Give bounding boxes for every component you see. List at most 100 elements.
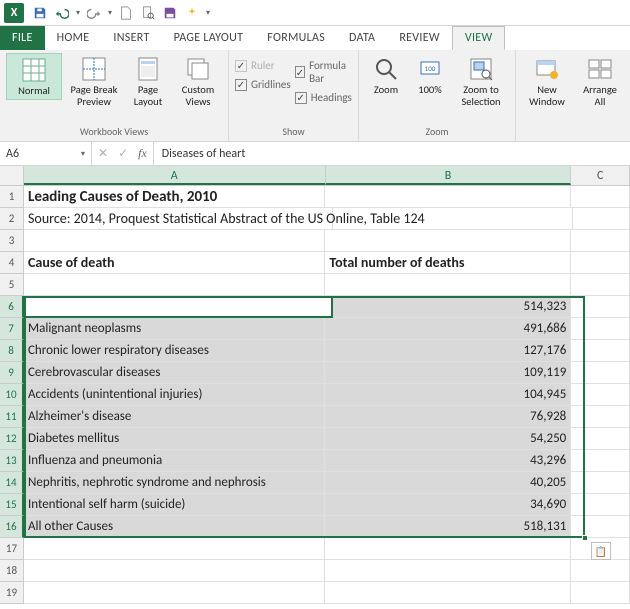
cell[interactable]: 40,205 [325, 472, 571, 494]
chevron-down-icon[interactable]: ▾ [81, 149, 85, 159]
row-header-10[interactable]: 10 [0, 384, 24, 406]
cell[interactable] [571, 384, 630, 406]
cell[interactable] [571, 428, 630, 450]
cell[interactable] [325, 538, 571, 560]
cell[interactable]: Total number of deaths [325, 252, 571, 274]
row-header-16[interactable]: 16 [0, 516, 24, 538]
cell[interactable]: 109,119 [325, 362, 571, 384]
cell[interactable]: Influenza and pneumonia [24, 450, 325, 472]
cell[interactable]: Source: 2014, Proquest Statistical Abstr… [24, 208, 333, 230]
cell[interactable]: 104,945 [325, 384, 571, 406]
page-layout-button[interactable]: Page Layout [126, 53, 170, 109]
zoom-button[interactable]: Zoom [365, 53, 407, 98]
tab-home[interactable]: HOME [45, 26, 102, 50]
cell[interactable] [333, 208, 573, 230]
row-header-15[interactable]: 15 [0, 494, 24, 516]
save-purple-icon[interactable] [162, 5, 178, 21]
save-icon[interactable] [32, 5, 48, 21]
row-header-6[interactable]: 6 [0, 296, 24, 318]
row-header-9[interactable]: 9 [0, 362, 24, 384]
chevron-down-icon[interactable]: ▾ [206, 8, 210, 18]
cell[interactable] [325, 186, 571, 208]
cell[interactable] [571, 582, 630, 604]
row-header-7[interactable]: 7 [0, 318, 24, 340]
tab-view[interactable]: VIEW [452, 26, 506, 50]
gridlines-checkbox[interactable]: Gridlines [235, 78, 291, 91]
col-header-b[interactable]: B [326, 166, 572, 185]
cell[interactable] [24, 230, 325, 252]
cell[interactable] [325, 274, 571, 296]
cell[interactable]: All other Causes [24, 516, 325, 538]
cell[interactable] [24, 538, 325, 560]
tab-formulas[interactable]: FORMULAS [255, 26, 337, 50]
cell[interactable]: Intentional self harm (suicide) [24, 494, 325, 516]
row-header-1[interactable]: 1 [0, 186, 24, 208]
row-header-12[interactable]: 12 [0, 428, 24, 450]
cell[interactable] [571, 340, 630, 362]
cell[interactable]: Malignant neoplasms [24, 318, 325, 340]
headings-checkbox[interactable]: Headings [295, 91, 352, 104]
row-header-5[interactable]: 5 [0, 274, 24, 296]
cell[interactable] [571, 362, 630, 384]
cell[interactable] [571, 516, 630, 538]
cancel-icon[interactable]: ✕ [98, 146, 108, 161]
chevron-down-icon[interactable]: ▾ [76, 8, 80, 18]
new-file-icon[interactable] [118, 5, 134, 21]
cell[interactable]: 518,131 [325, 516, 571, 538]
col-header-c[interactable]: C [571, 166, 630, 185]
row-header-3[interactable]: 3 [0, 230, 24, 252]
formula-bar-checkbox[interactable]: Formula Bar [295, 59, 352, 85]
name-box[interactable]: A6 ▾ [0, 142, 92, 165]
cell[interactable] [571, 296, 630, 318]
row-header-11[interactable]: 11 [0, 406, 24, 428]
row-header-17[interactable]: 17 [0, 538, 24, 560]
cell[interactable]: Chronic lower respiratory diseases [24, 340, 325, 362]
cell[interactable] [571, 472, 630, 494]
cell[interactable]: 76,928 [325, 406, 571, 428]
cell[interactable]: Leading Causes of Death, 2010 [24, 186, 325, 208]
tab-page-layout[interactable]: PAGE LAYOUT [162, 26, 256, 50]
cell[interactable]: 514,323 [325, 296, 571, 318]
cell[interactable]: Cerebrovascular diseases [24, 362, 325, 384]
cell[interactable] [571, 252, 630, 274]
row-header-13[interactable]: 13 [0, 450, 24, 472]
custom-views-button[interactable]: Custom Views [174, 53, 222, 109]
cell[interactable]: 43,296 [325, 450, 571, 472]
cell[interactable]: 34,690 [325, 494, 571, 516]
cell[interactable] [24, 274, 325, 296]
zoom-100-button[interactable]: 100 100% [411, 53, 449, 98]
fx-icon[interactable]: fx [138, 146, 147, 161]
row-header-14[interactable]: 14 [0, 472, 24, 494]
cell[interactable]: Alzheimer's disease [24, 406, 325, 428]
tab-data[interactable]: DATA [337, 26, 387, 50]
ruler-checkbox[interactable]: Ruler [235, 59, 291, 72]
print-preview-icon[interactable] [140, 5, 156, 21]
cell[interactable] [571, 406, 630, 428]
cell[interactable]: 127,176 [325, 340, 571, 362]
formula-content[interactable]: Diseases of heart [154, 142, 630, 165]
cell[interactable]: Nephritis, nephrotic syndrome and nephro… [24, 472, 325, 494]
cell[interactable] [325, 230, 571, 252]
tab-insert[interactable]: INSERT [101, 26, 161, 50]
redo-icon[interactable] [86, 5, 102, 21]
cell[interactable] [571, 318, 630, 340]
cell[interactable] [571, 274, 630, 296]
cells[interactable]: Leading Causes of Death, 2010Source: 201… [24, 186, 630, 604]
cell[interactable] [571, 230, 630, 252]
fill-handle[interactable] [582, 535, 588, 541]
row-header-19[interactable]: 19 [0, 582, 24, 604]
cell[interactable]: Diseases of heart [24, 296, 325, 318]
cell[interactable] [573, 208, 630, 230]
tab-file[interactable]: FILE [0, 26, 45, 50]
cell[interactable] [571, 186, 630, 208]
cell[interactable]: Accidents (unintentional injuries) [24, 384, 325, 406]
chevron-down-icon[interactable]: ▾ [108, 8, 112, 18]
cell[interactable] [24, 560, 325, 582]
spreadsheet-grid[interactable]: A B C 12345678910111213141516171819 Lead… [0, 166, 630, 609]
page-break-preview-button[interactable]: Page Break Preview [66, 53, 122, 109]
cell[interactable] [325, 582, 571, 604]
cell[interactable]: Cause of death [24, 252, 325, 274]
sparkle-icon[interactable] [184, 5, 200, 21]
arrange-all-button[interactable]: Arrange All [576, 53, 624, 109]
enter-icon[interactable]: ✓ [118, 146, 128, 161]
